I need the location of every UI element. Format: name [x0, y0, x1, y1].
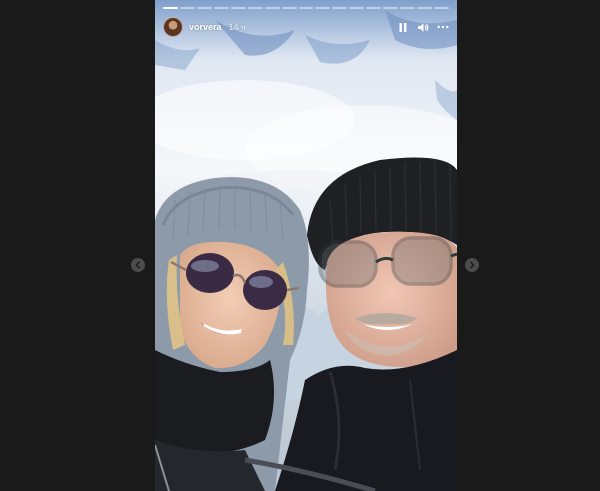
story-frame[interactable]: vorvera 14 ч: [155, 0, 457, 491]
story-controls: [397, 21, 449, 33]
more-options-button[interactable]: [437, 21, 449, 33]
timestamp: 14 ч: [228, 22, 246, 32]
progress-segment: [366, 7, 382, 9]
progress-segment: [400, 7, 416, 9]
progress-segment: [179, 7, 195, 9]
progress-segment: [417, 7, 432, 9]
progress-segment: [213, 7, 229, 9]
username[interactable]: vorvera: [189, 22, 222, 32]
story-viewer: vorvera 14 ч: [0, 0, 600, 491]
chevron-left-icon: [135, 261, 140, 269]
progress-segment: [196, 7, 212, 9]
progress-segment: [315, 7, 331, 9]
progress-segment: [230, 7, 246, 9]
progress-segment: [163, 7, 178, 9]
volume-icon: [418, 22, 429, 32]
progress-segment: [247, 7, 263, 9]
progress-segment: [434, 7, 449, 9]
progress-segment: [332, 7, 348, 9]
more-icon: [437, 25, 449, 29]
chevron-right-icon: [470, 261, 475, 269]
next-story-button[interactable]: [465, 258, 479, 272]
story-progress: [163, 7, 449, 9]
story-photo: [155, 0, 457, 491]
pause-button[interactable]: [397, 21, 409, 33]
progress-segment: [264, 7, 280, 9]
progress-segment: [298, 7, 314, 9]
progress-segment: [281, 7, 297, 9]
pause-icon: [399, 22, 407, 32]
previous-story-button[interactable]: [131, 258, 145, 272]
mute-button[interactable]: [417, 21, 429, 33]
progress-segment: [349, 7, 365, 9]
progress-segment: [383, 7, 399, 9]
avatar[interactable]: [163, 17, 183, 37]
story-header: vorvera 14 ч: [163, 14, 449, 40]
